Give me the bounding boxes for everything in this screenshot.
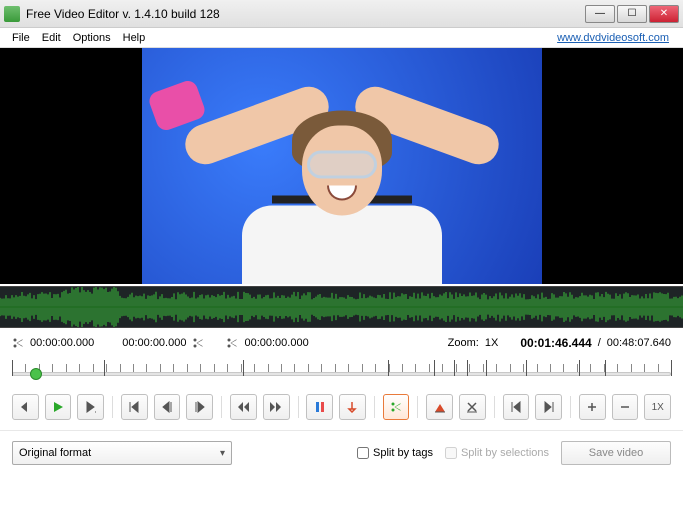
selection-mid-time: 00:00:00.000	[122, 337, 186, 349]
set-marker-button[interactable]	[306, 394, 333, 420]
playhead[interactable]	[30, 368, 42, 380]
close-button[interactable]: ✕	[649, 5, 679, 23]
step-forward-button[interactable]	[186, 394, 213, 420]
output-format-select[interactable]: Original format	[12, 441, 232, 465]
zoom-label: Zoom:	[448, 337, 479, 349]
scissors-icon	[192, 337, 204, 349]
zoom-out-button[interactable]	[612, 394, 639, 420]
menu-help[interactable]: Help	[117, 32, 152, 44]
scissors-icon	[12, 337, 24, 349]
selection-end-time: 00:00:00.000	[244, 337, 308, 349]
next-marker-button[interactable]	[263, 394, 290, 420]
scissors-icon	[226, 337, 238, 349]
bottom-bar: Original format Split by tags Split by s…	[0, 430, 683, 473]
audio-waveform[interactable]	[0, 286, 683, 328]
split-sel-label: Split by selections	[461, 447, 549, 459]
cut-button[interactable]	[383, 394, 410, 420]
current-time: 00:01:46.444	[520, 336, 591, 350]
titlebar: Free Video Editor v. 1.4.10 build 128 — …	[0, 0, 683, 28]
timeline-ruler[interactable]	[12, 358, 671, 388]
split-by-tags-checkbox[interactable]: Split by tags	[357, 447, 433, 459]
app-icon	[4, 6, 20, 22]
window-controls: — ☐ ✕	[583, 5, 679, 23]
video-preview[interactable]	[0, 48, 683, 284]
split-sel-input	[445, 447, 457, 459]
minimize-button[interactable]: —	[585, 5, 615, 23]
goto-start-button[interactable]	[121, 394, 148, 420]
menu-options[interactable]: Options	[67, 32, 117, 44]
time-info-row: 00:00:00.000 00:00:00.000 00:00:00.000 Z…	[12, 334, 671, 352]
zoom-value: 1X	[485, 337, 498, 349]
maximize-button[interactable]: ☐	[617, 5, 647, 23]
set-end-marker-button[interactable]	[339, 394, 366, 420]
menubar: File Edit Options Help www.dvdvideosoft.…	[0, 28, 683, 48]
time-separator: /	[598, 337, 601, 349]
zoom-level-button[interactable]: 1X	[644, 394, 671, 420]
save-video-button[interactable]: Save video	[561, 441, 671, 465]
website-link[interactable]: www.dvdvideosoft.com	[557, 32, 677, 44]
step-back-button[interactable]	[154, 394, 181, 420]
split-tags-input[interactable]	[357, 447, 369, 459]
play-to-end-button[interactable]	[77, 394, 104, 420]
video-frame	[142, 48, 542, 284]
menu-file[interactable]: File	[6, 32, 36, 44]
prev-marker-button[interactable]	[230, 394, 257, 420]
window-title: Free Video Editor v. 1.4.10 build 128	[26, 7, 583, 21]
goto-in-button[interactable]	[503, 394, 530, 420]
split-tags-label: Split by tags	[373, 447, 433, 459]
split-by-selections-checkbox: Split by selections	[445, 447, 549, 459]
playback-controls: 1X	[12, 394, 671, 420]
trim-left-button[interactable]	[426, 394, 453, 420]
menu-edit[interactable]: Edit	[36, 32, 67, 44]
play-button[interactable]	[45, 394, 72, 420]
total-duration: 00:48:07.640	[607, 337, 671, 349]
goto-out-button[interactable]	[535, 394, 562, 420]
selection-start-time: 00:00:00.000	[30, 337, 94, 349]
prev-frame-button[interactable]	[12, 394, 39, 420]
zoom-in-button[interactable]	[579, 394, 606, 420]
trim-right-button[interactable]	[459, 394, 486, 420]
format-value: Original format	[19, 447, 91, 459]
